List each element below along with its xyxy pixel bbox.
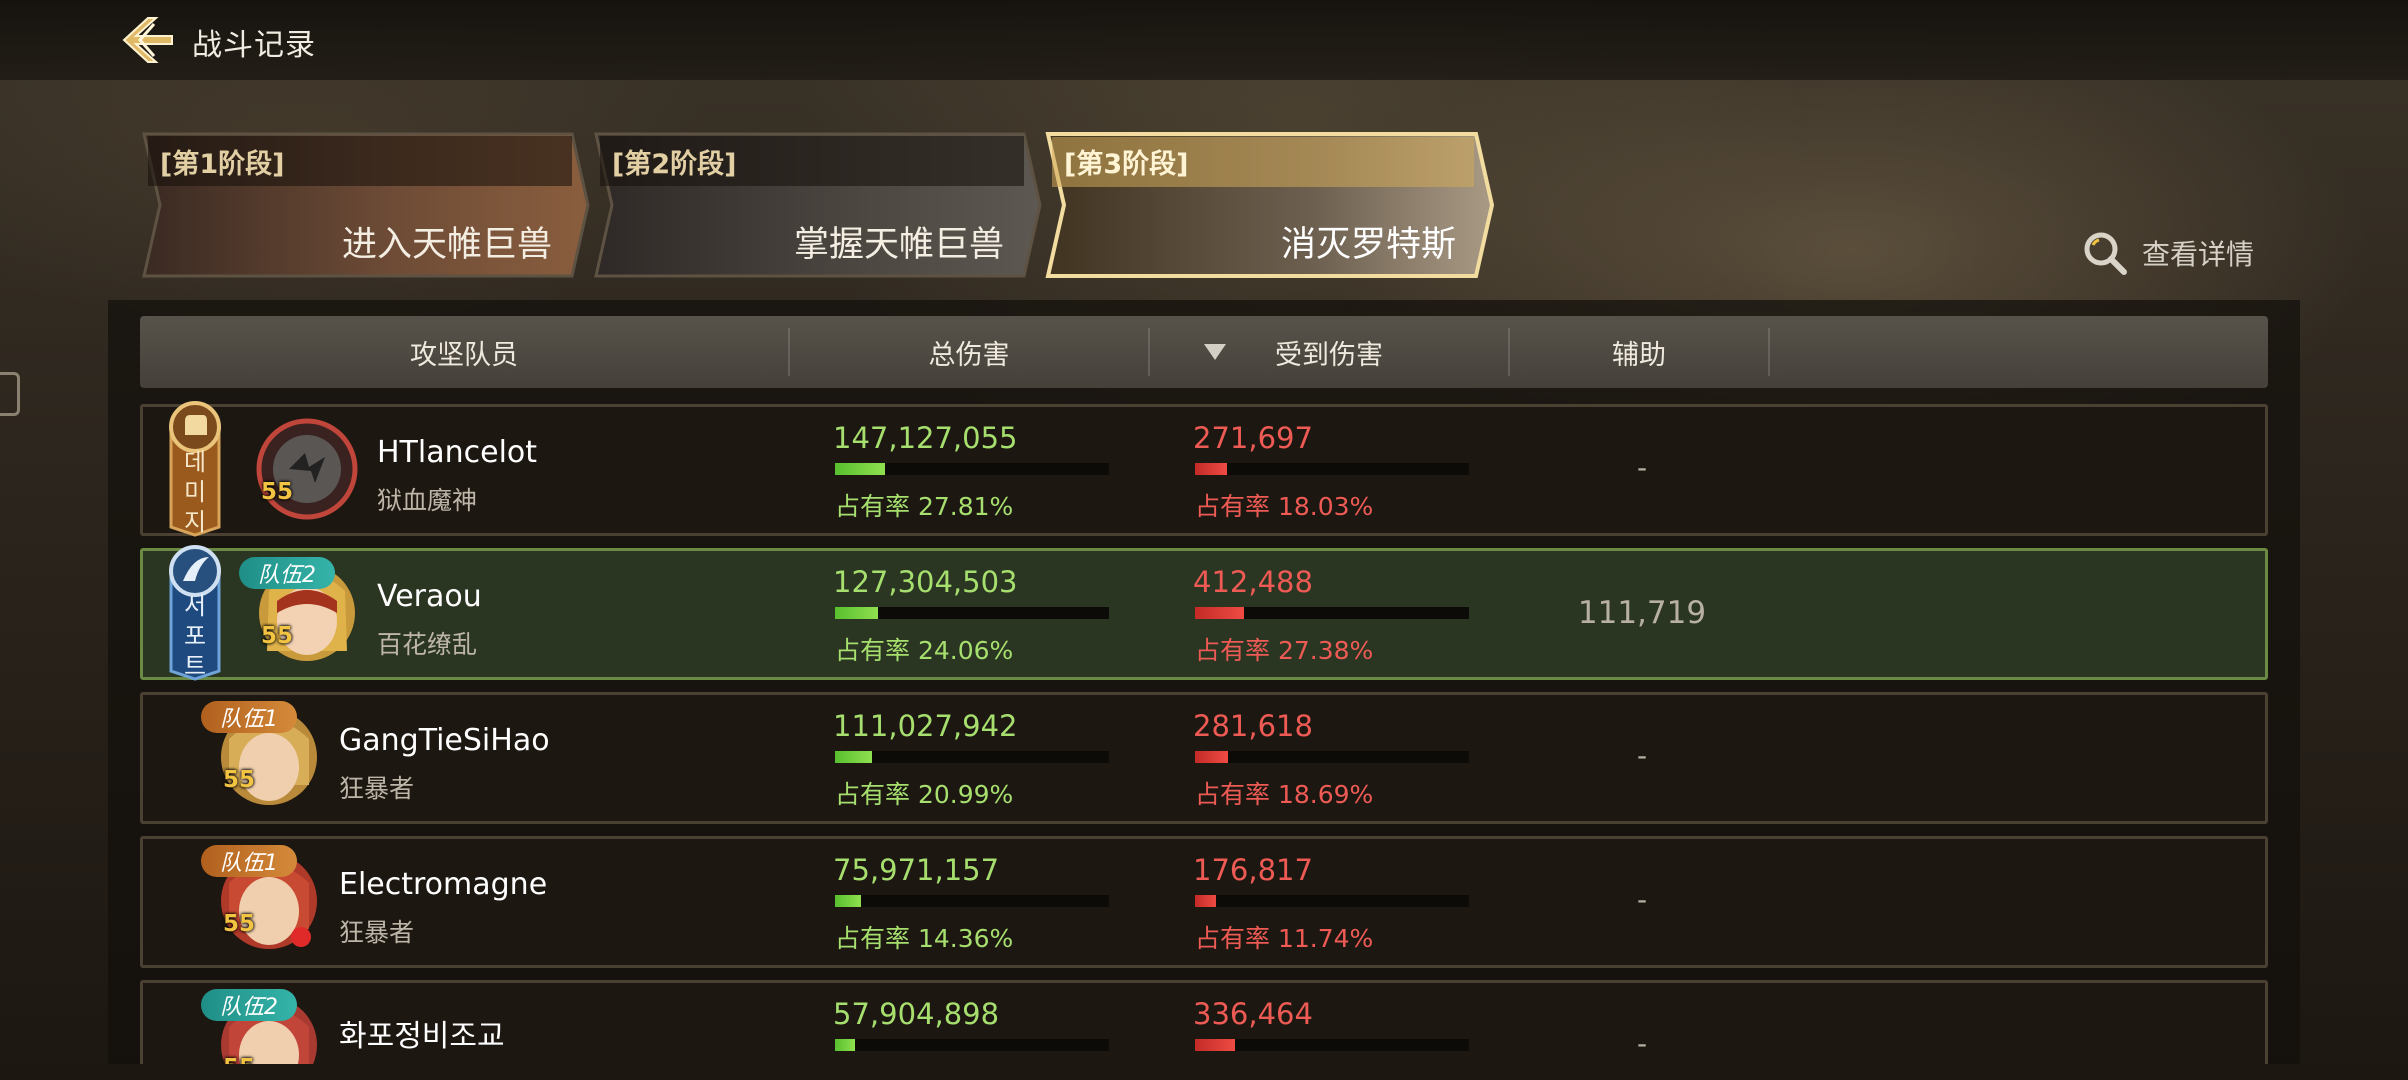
damage-share-label: 占有率 27.81% bbox=[835, 492, 1014, 521]
player-class: 狂暴者 bbox=[339, 918, 415, 947]
table-row[interactable]: 队伍1 55 Electromagne 狂暴者 75,971,157 占有率 1… bbox=[140, 836, 2268, 968]
assist-value: - bbox=[1636, 883, 1648, 916]
assist-value: - bbox=[1636, 451, 1648, 484]
damage-taken-value: 412,488 bbox=[1193, 565, 1313, 599]
team-tag: 队伍2 bbox=[239, 557, 335, 589]
taken-share-label: 占有率 11.74% bbox=[1195, 924, 1374, 953]
team-tag: 队伍1 bbox=[201, 845, 297, 877]
damage-share-label: 占有率 14.36% bbox=[835, 924, 1014, 953]
player-name: GangTieSiHao bbox=[339, 723, 550, 758]
player-name: HTlancelot bbox=[377, 435, 538, 470]
damage-share-fill bbox=[835, 751, 873, 763]
role-label: 데미지 bbox=[183, 448, 207, 536]
damage-share-bar bbox=[835, 895, 1109, 907]
taken-share-bar bbox=[1195, 895, 1469, 907]
level-label: 55 bbox=[261, 479, 294, 505]
player-name: Electromagne bbox=[339, 867, 548, 902]
taken-share-label: 占有率 18.03% bbox=[1195, 492, 1374, 521]
damage-share-label: 占有率 24.06% bbox=[835, 636, 1014, 665]
player-class: 狂暴者 bbox=[339, 774, 415, 803]
damage-value: 57,904,898 bbox=[833, 997, 1000, 1031]
damage-taken-value: 271,697 bbox=[1193, 421, 1313, 455]
record-list[interactable]: 데미지 55 HTlancelot 狱血魔神 147,127,055 占有率 2… bbox=[0, 0, 2408, 1064]
table-row[interactable]: 队伍2 55 화포정비조교 57,904,898 336,464 - bbox=[140, 980, 2268, 1064]
level-label: 55 bbox=[223, 1055, 255, 1064]
avatar bbox=[256, 418, 358, 520]
taken-share-fill bbox=[1195, 607, 1244, 619]
table-row[interactable]: 队伍1 55 GangTieSiHao 狂暴者 111,027,942 占有率 … bbox=[140, 692, 2268, 824]
player-name: Veraou bbox=[377, 579, 482, 614]
damage-share-fill bbox=[835, 607, 878, 619]
taken-share-bar bbox=[1195, 1039, 1469, 1051]
damage-value: 111,027,942 bbox=[833, 709, 1018, 743]
level-label: 55 bbox=[223, 911, 256, 937]
damage-share-label: 占有率 20.99% bbox=[835, 780, 1014, 809]
taken-share-label: 占有率 18.69% bbox=[1195, 780, 1374, 809]
role-label: 서포트 bbox=[183, 592, 207, 680]
taken-share-fill bbox=[1195, 1039, 1235, 1051]
damage-value: 75,971,157 bbox=[833, 853, 1000, 887]
damage-taken-value: 336,464 bbox=[1193, 997, 1313, 1031]
taken-share-fill bbox=[1195, 463, 1228, 475]
table-row[interactable]: 서포트 队伍2 55 Veraou 百花缭乱 127,304,503 占有率 2… bbox=[140, 545, 2268, 681]
taken-share-fill bbox=[1195, 751, 1229, 763]
damage-share-fill bbox=[835, 1039, 855, 1051]
damage-taken-value: 176,817 bbox=[1193, 853, 1313, 887]
taken-share-label: 占有率 27.38% bbox=[1195, 636, 1374, 665]
damage-value: 127,304,503 bbox=[833, 565, 1018, 599]
role-badge-support: 서포트 bbox=[165, 543, 225, 685]
assist-value: - bbox=[1636, 739, 1648, 772]
player-class: 百花缭乱 bbox=[377, 630, 478, 659]
assist-value: 111,719 bbox=[1577, 595, 1707, 631]
damage-share-bar bbox=[835, 1039, 1109, 1051]
damage-value: 147,127,055 bbox=[833, 421, 1018, 455]
team-tag: 队伍2 bbox=[201, 989, 297, 1021]
damage-taken-value: 281,618 bbox=[1193, 709, 1313, 743]
role-badge-damage: 데미지 bbox=[165, 399, 225, 541]
taken-share-bar bbox=[1195, 607, 1469, 619]
assist-value: - bbox=[1636, 1027, 1648, 1060]
level-label: 55 bbox=[261, 623, 294, 649]
player-class: 狱血魔神 bbox=[377, 486, 478, 515]
player-name: 화포정비조교 bbox=[339, 1019, 505, 1054]
taken-share-fill bbox=[1195, 895, 1216, 907]
level-label: 55 bbox=[223, 767, 256, 793]
damage-share-bar bbox=[835, 751, 1109, 763]
taken-share-bar bbox=[1195, 463, 1469, 475]
team-tag: 队伍1 bbox=[201, 701, 297, 733]
damage-share-fill bbox=[835, 895, 861, 907]
damage-share-bar bbox=[835, 607, 1109, 619]
table-row[interactable]: 데미지 55 HTlancelot 狱血魔神 147,127,055 占有率 2… bbox=[140, 401, 2268, 537]
damage-share-fill bbox=[835, 463, 885, 475]
damage-share-bar bbox=[835, 463, 1109, 475]
taken-share-bar bbox=[1195, 751, 1469, 763]
